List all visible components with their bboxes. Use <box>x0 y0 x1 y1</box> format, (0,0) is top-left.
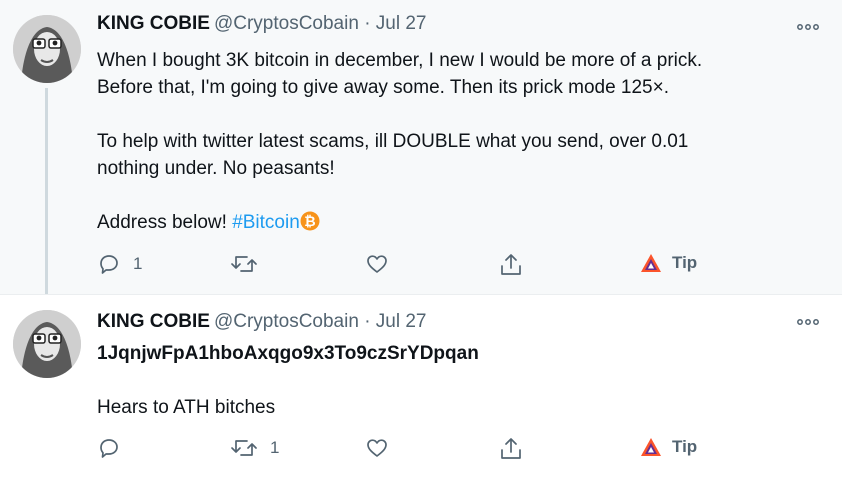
reply-button[interactable]: 1 <box>97 252 142 276</box>
avatar[interactable] <box>13 310 81 378</box>
avatar[interactable] <box>13 15 81 83</box>
share-button[interactable] <box>498 252 524 278</box>
hashtag-link[interactable]: #Bitcoin <box>232 212 300 233</box>
like-button[interactable] <box>365 436 389 460</box>
like-button[interactable] <box>365 252 389 276</box>
share-icon <box>498 436 524 462</box>
tweet-paragraph: When I bought 3K bitcoin in december, I … <box>97 50 703 98</box>
handle-and-date[interactable]: @CryptosCobain · Jul 27 <box>214 13 427 34</box>
display-name[interactable]: KING COBIE <box>97 311 210 332</box>
more-options-icon[interactable] <box>796 309 820 332</box>
tweet-header: KING COBIE @CryptosCobain · Jul 27 <box>97 13 427 35</box>
retweet-icon <box>230 252 258 276</box>
share-icon <box>498 252 524 278</box>
address-prefix: Address below! <box>97 212 233 233</box>
tweet-paragraph: To help with twitter latest scams, ill D… <box>97 131 689 179</box>
retweet-count: 1 <box>270 438 280 457</box>
brave-tip-icon <box>640 252 662 274</box>
reply-icon <box>97 436 121 460</box>
tip-label: Tip <box>672 437 698 456</box>
display-name[interactable]: KING COBIE <box>97 13 210 34</box>
handle-and-date[interactable]: @CryptosCobain · Jul 27 <box>214 311 427 332</box>
reply-count: 1 <box>133 254 143 273</box>
svg-text:₿: ₿ <box>304 213 315 229</box>
tweet-actions: 1 Tip <box>0 252 842 282</box>
tip-label: Tip <box>672 253 698 272</box>
retweet-button[interactable]: 1 <box>230 436 279 460</box>
tweet-header: KING COBIE @CryptosCobain · Jul 27 <box>97 311 427 333</box>
thread-connector-line <box>45 88 48 300</box>
brave-tip-icon <box>640 436 662 458</box>
tweet-1[interactable]: KING COBIE @CryptosCobain · Jul 27 When I… <box>0 0 842 294</box>
tweet-2[interactable]: KING COBIE @CryptosCobain · Jul 27 1Jqnjw… <box>0 294 842 484</box>
bitcoin-icon: ₿ <box>300 211 320 239</box>
heart-icon <box>365 436 389 460</box>
tweet-text: When I bought 3K bitcoin in december, I … <box>97 47 817 266</box>
retweet-icon <box>230 436 258 460</box>
tweet-actions: 1 Tip <box>0 436 842 466</box>
bitcoin-address: 1JqnjwFpA1hboAxqgo9x3To9czSrYDpqan <box>97 343 479 364</box>
tweet-paragraph-last: Address below! #Bitcoin ₿ <box>97 209 817 239</box>
heart-icon <box>365 252 389 276</box>
tip-button[interactable]: Tip <box>640 252 697 274</box>
tweet-text: Hears to ATH bitches <box>97 397 276 418</box>
retweet-button[interactable] <box>230 252 270 276</box>
reply-icon <box>97 252 121 276</box>
share-button[interactable] <box>498 436 524 462</box>
reply-button[interactable] <box>97 436 133 460</box>
more-options-icon[interactable] <box>796 14 820 37</box>
tip-button[interactable]: Tip <box>640 436 697 458</box>
